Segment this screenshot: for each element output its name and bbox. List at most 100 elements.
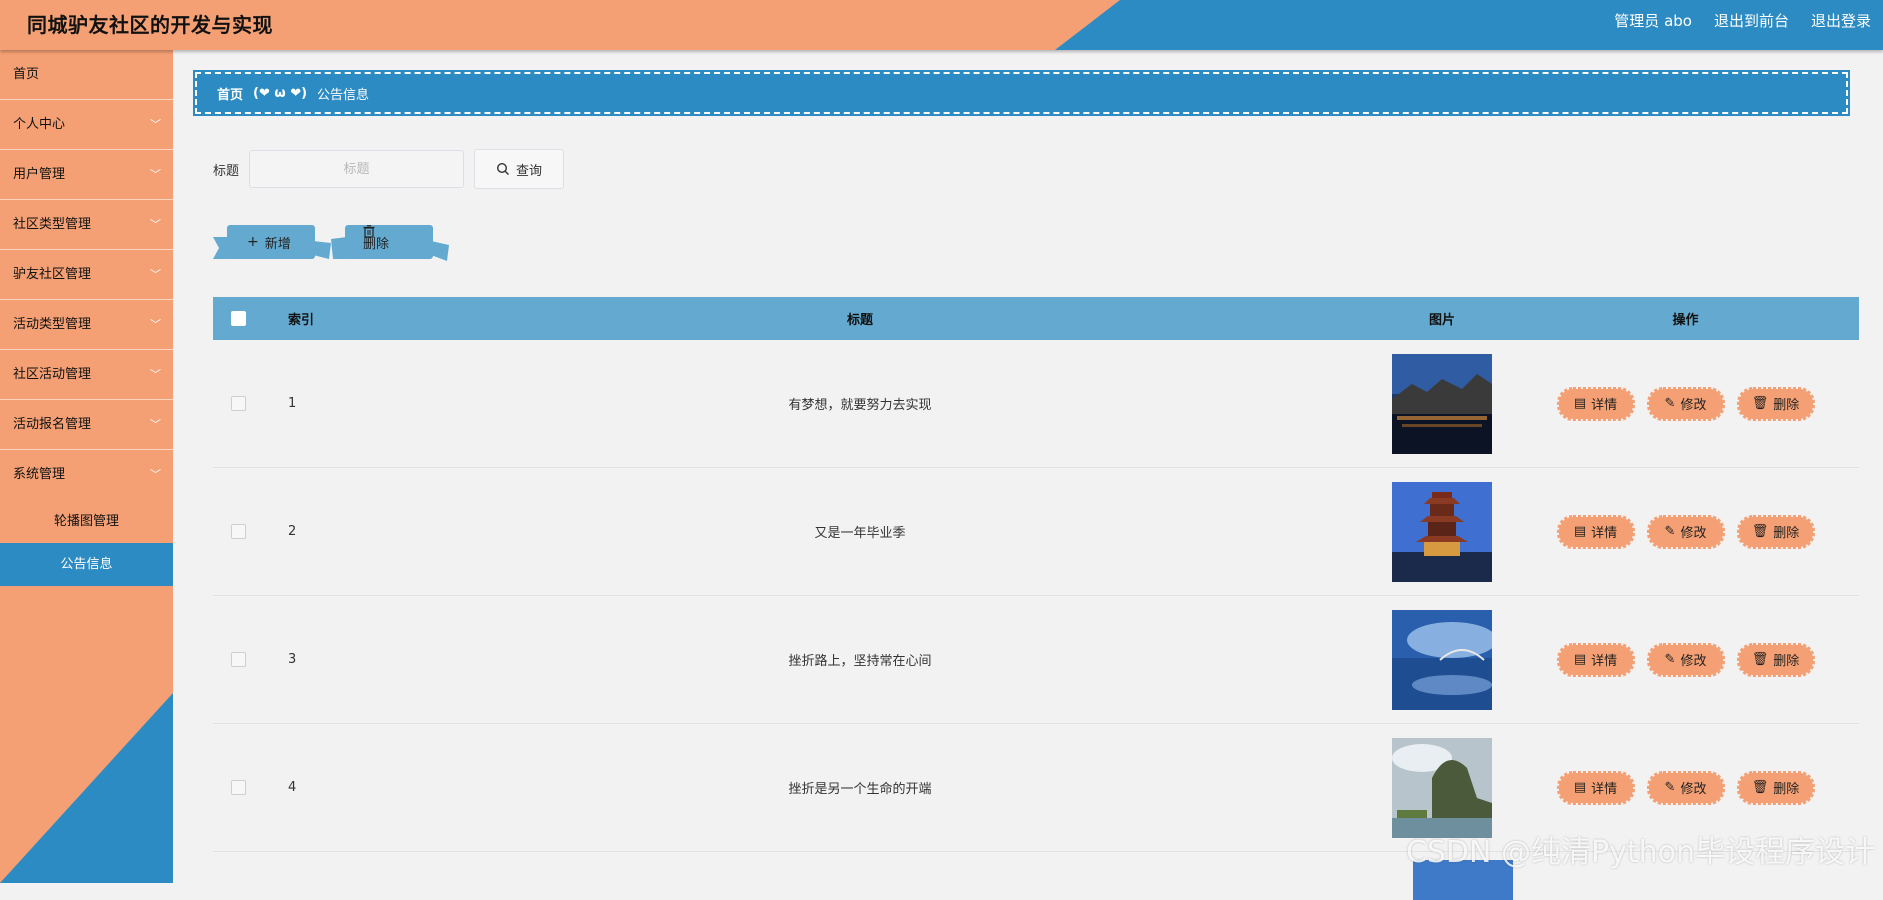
delete-label: 删除 <box>1773 398 1800 413</box>
delete-button-content: 删除 <box>363 225 389 259</box>
detail-button[interactable]: ▤ 详情 <box>1556 642 1636 678</box>
table-row: 1 有梦想，就要努力去实现 ▤ 详情 ✎ 修改 🗑 删除 <box>213 340 1859 468</box>
sidebar-subitem-carousel[interactable]: 轮播图管理 <box>0 500 173 543</box>
edit-label: 修改 <box>1680 654 1707 669</box>
chevron-down-icon: ﹀ <box>150 268 161 281</box>
detail-button[interactable]: ▤ 详情 <box>1556 770 1636 806</box>
breadcrumb: 首页 (❤ ω ❤) 公告信息 <box>193 70 1850 116</box>
column-header-title: 标题 <box>846 313 873 328</box>
column-header-index: 索引 <box>288 313 315 328</box>
announcement-table: 索引 标题 图片 操作 1 有梦想，就要努力去实现 ▤ 详情 ✎ 修改 🗑 删除… <box>213 297 1859 900</box>
delete-button[interactable]: 🗑 删除 <box>1736 642 1816 678</box>
document-icon: ▤ <box>1573 396 1587 411</box>
row-index: 1 <box>288 396 297 411</box>
row-title: 有梦想，就要努力去实现 <box>788 398 932 413</box>
sidebar-item-label: 驴友社区管理 <box>13 267 92 282</box>
sidebar-item-system-management[interactable]: 系统管理 ﹀ <box>0 450 173 500</box>
sidebar: 首页 个人中心 ﹀ 用户管理 ﹀ 社区类型管理 ﹀ 驴友社区管理 ﹀ 活动类型管… <box>0 50 173 883</box>
delete-label: 删除 <box>1773 654 1800 669</box>
sidebar-item-personal-center[interactable]: 个人中心 ﹀ <box>0 100 173 150</box>
chevron-down-icon: ﹀ <box>150 168 161 181</box>
plus-icon: + <box>247 234 259 250</box>
sidebar-item-label: 用户管理 <box>13 167 66 182</box>
sidebar-item-label: 活动报名管理 <box>13 417 92 432</box>
sidebar-item-home[interactable]: 首页 <box>0 50 173 100</box>
main-content: 首页 (❤ ω ❤) 公告信息 标题 查询 + 新增 <box>173 50 1883 900</box>
sidebar-item-activity-signup[interactable]: 活动报名管理 ﹀ <box>0 400 173 450</box>
title-search-input[interactable] <box>249 150 465 188</box>
row-index: 2 <box>288 524 297 539</box>
row-title: 挫折是另一个生命的开端 <box>788 782 932 797</box>
detail-label: 详情 <box>1591 526 1618 541</box>
sidebar-item-activity-type[interactable]: 活动类型管理 ﹀ <box>0 300 173 350</box>
row-title: 挫折路上，坚持常在心间 <box>788 654 932 669</box>
add-button-content: + 新增 <box>247 225 291 259</box>
sidebar-item-community-activity[interactable]: 社区活动管理 ﹀ <box>0 350 173 400</box>
row-thumbnail[interactable] <box>1392 609 1492 710</box>
search-label: 标题 <box>213 163 240 179</box>
top-header: 同城驴友社区的开发与实现 管理员 abo 退出到前台 退出登录 <box>0 0 1883 50</box>
current-user[interactable]: 管理员 abo <box>1614 10 1692 31</box>
watermark: CSDN @纯清Python毕设程序设计 <box>1405 835 1875 870</box>
front-page-link[interactable]: 退出到前台 <box>1714 10 1789 31</box>
delete-label: 删除 <box>1773 526 1800 541</box>
logout-link[interactable]: 退出登录 <box>1811 10 1871 31</box>
row-checkbox[interactable] <box>230 780 246 795</box>
chevron-down-icon: ﹀ <box>150 118 161 131</box>
app-title: 同城驴友社区的开发与实现 <box>27 13 273 37</box>
detail-button[interactable]: ▤ 详情 <box>1556 386 1636 422</box>
chevron-down-icon: ﹀ <box>150 468 161 481</box>
sidebar-item-label: 首页 <box>13 67 40 82</box>
row-checkbox[interactable] <box>230 524 246 539</box>
select-all-checkbox[interactable] <box>230 311 246 326</box>
trash-icon <box>363 225 375 238</box>
sidebar-item-travel-community[interactable]: 驴友社区管理 ﹀ <box>0 250 173 300</box>
pencil-icon: ✎ <box>1664 396 1676 411</box>
edit-button[interactable]: ✎ 修改 <box>1646 514 1726 550</box>
search-bar: 标题 查询 <box>213 149 565 189</box>
query-button-label: 查询 <box>516 163 543 179</box>
row-thumbnail[interactable] <box>1392 481 1492 582</box>
row-thumbnail[interactable] <box>1392 737 1492 838</box>
edit-button[interactable]: ✎ 修改 <box>1646 386 1726 422</box>
row-thumbnail[interactable] <box>1392 353 1492 454</box>
detail-button[interactable]: ▤ 详情 <box>1556 514 1636 550</box>
document-icon: ▤ <box>1573 780 1587 795</box>
delete-button[interactable]: 🗑 删除 <box>1736 386 1816 422</box>
delete-label: 删除 <box>1773 782 1800 797</box>
row-checkbox[interactable] <box>230 396 246 411</box>
header-background <box>0 0 1883 50</box>
document-icon: ▤ <box>1573 652 1587 667</box>
row-checkbox[interactable] <box>230 652 246 667</box>
chevron-down-icon: ﹀ <box>150 368 161 381</box>
delete-button[interactable]: 🗑 删除 <box>1736 770 1816 806</box>
column-header-actions: 操作 <box>1672 313 1699 328</box>
sidebar-subitem-announcement[interactable]: 公告信息 <box>0 543 173 586</box>
query-button[interactable]: 查询 <box>474 149 565 189</box>
table-row: 3 挫折路上，坚持常在心间 ▤ 详情 ✎ 修改 🗑 删除 <box>213 596 1859 724</box>
edit-label: 修改 <box>1680 398 1707 413</box>
sidebar-item-label: 个人中心 <box>13 117 66 132</box>
breadcrumb-current: 公告信息 <box>317 87 370 103</box>
batch-delete-button[interactable]: 删除 <box>331 225 451 261</box>
sidebar-item-community-type[interactable]: 社区类型管理 ﹀ <box>0 200 173 250</box>
delete-button[interactable]: 🗑 删除 <box>1736 514 1816 550</box>
edit-button[interactable]: ✎ 修改 <box>1646 770 1726 806</box>
detail-label: 详情 <box>1591 782 1618 797</box>
add-button[interactable]: + 新增 <box>213 225 333 259</box>
breadcrumb-home[interactable]: 首页 <box>217 84 243 103</box>
row-actions: ▤ 详情 ✎ 修改 🗑 删除 <box>1512 642 1859 678</box>
pencil-icon: ✎ <box>1664 524 1676 539</box>
edit-label: 修改 <box>1680 782 1707 797</box>
sidebar-item-label: 活动类型管理 <box>13 317 92 332</box>
row-index: 4 <box>288 780 297 795</box>
sidebar-item-label: 系统管理 <box>13 467 66 482</box>
pencil-icon: ✎ <box>1664 780 1676 795</box>
sidebar-item-label: 社区活动管理 <box>13 367 92 382</box>
document-icon: ▤ <box>1573 524 1587 539</box>
pencil-icon: ✎ <box>1664 652 1676 667</box>
column-header-image: 图片 <box>1428 313 1455 328</box>
sidebar-item-user-management[interactable]: 用户管理 ﹀ <box>0 150 173 200</box>
chevron-down-icon: ﹀ <box>150 218 161 231</box>
edit-button[interactable]: ✎ 修改 <box>1646 642 1726 678</box>
